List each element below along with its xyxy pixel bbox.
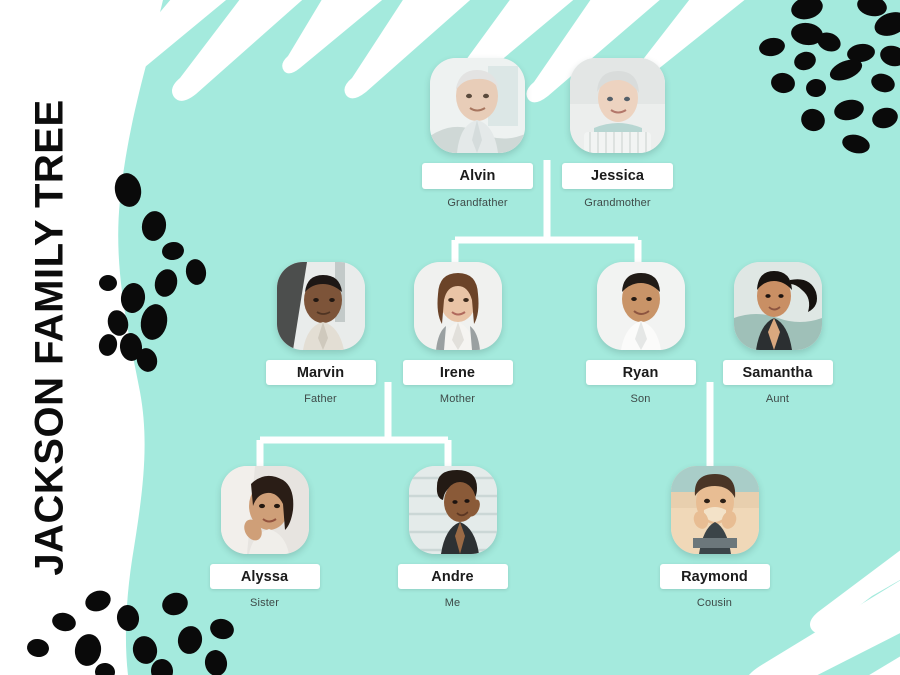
family-tree-poster: JACKSON FAMILY TREE Alvin Grandfather Je…	[0, 0, 900, 675]
namecard-irene[interactable]: Irene	[402, 360, 513, 385]
person-name-alyssa: Alyssa	[240, 568, 289, 585]
photo-ryan	[596, 262, 685, 350]
namecard-ryan[interactable]: Ryan	[585, 360, 696, 385]
namecard-marvin[interactable]: Marvin	[265, 360, 376, 385]
photo-raymond	[670, 466, 759, 554]
poster-title: JACKSON FAMILY TREE	[0, 0, 100, 675]
person-node-jessica[interactable]: Jessica Grandmother	[562, 58, 673, 209]
namecard-alvin[interactable]: Alvin	[422, 163, 533, 189]
person-role-raymond: Cousin	[696, 597, 733, 609]
namecard-andre[interactable]: Andre	[397, 564, 508, 589]
person-node-andre[interactable]: Andre Me	[397, 466, 508, 609]
poster-title-text: JACKSON FAMILY TREE	[27, 99, 72, 576]
person-role-jessica: Grandmother	[584, 197, 651, 209]
person-role-ryan: Son	[630, 393, 651, 405]
namecard-samantha[interactable]: Samantha	[722, 360, 833, 385]
person-role-alvin: Grandfather	[447, 197, 508, 209]
person-name-irene: Irene	[439, 364, 476, 381]
namecard-alyssa[interactable]: Alyssa	[209, 564, 320, 589]
person-node-irene[interactable]: Irene Mother	[402, 262, 513, 405]
person-node-ryan[interactable]: Ryan Son	[585, 262, 696, 405]
person-name-ryan: Ryan	[622, 364, 659, 381]
person-role-marvin: Father	[304, 393, 337, 405]
person-name-marvin: Marvin	[296, 364, 345, 381]
person-node-alvin[interactable]: Alvin Grandfather	[422, 58, 533, 209]
person-node-alyssa[interactable]: Alyssa Sister	[209, 466, 320, 609]
namecard-raymond[interactable]: Raymond	[659, 564, 770, 589]
person-name-raymond: Raymond	[681, 568, 748, 585]
person-name-jessica: Jessica	[590, 168, 645, 184]
person-node-marvin[interactable]: Marvin Father	[265, 262, 376, 405]
person-name-andre: Andre	[431, 568, 474, 585]
photo-samantha	[733, 262, 822, 350]
person-role-samantha: Aunt	[765, 393, 790, 405]
person-name-samantha: Samantha	[742, 364, 813, 381]
photo-irene	[413, 262, 502, 350]
person-role-irene: Mother	[439, 393, 476, 405]
namecard-jessica[interactable]: Jessica	[562, 163, 673, 189]
photo-jessica	[570, 58, 665, 153]
photo-andre	[408, 466, 497, 554]
person-node-raymond[interactable]: Raymond Cousin	[659, 466, 770, 609]
photo-alyssa	[220, 466, 309, 554]
person-role-andre: Me	[444, 597, 461, 609]
photo-alvin	[430, 58, 525, 153]
person-name-alvin: Alvin	[459, 168, 496, 184]
person-node-samantha[interactable]: Samantha Aunt	[722, 262, 833, 405]
person-role-alyssa: Sister	[249, 597, 280, 609]
photo-marvin	[276, 262, 365, 350]
